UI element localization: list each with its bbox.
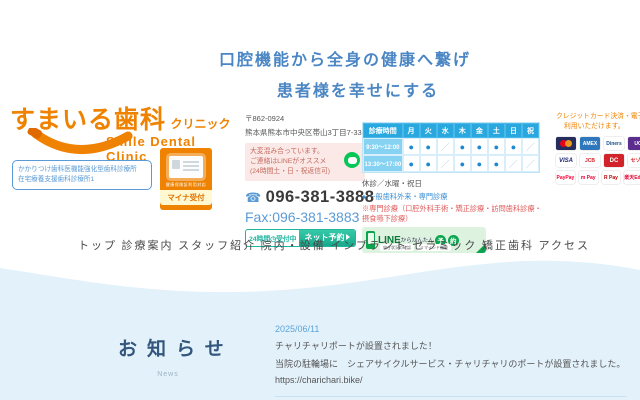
cert-line2: 在宅療養支援歯科診療所1 <box>18 175 95 183</box>
notice-line1: 大変混み合っています。 <box>250 148 324 155</box>
fax-number: Fax:096-381-3883 <box>245 208 360 225</box>
payment-icons-grid: AMEX Diners UC VISA JCB DC セゾン PayPay m … <box>556 137 640 185</box>
payment-icon-diners: Diners <box>604 137 624 151</box>
cert-line1: かかりつけ歯科医機能強化型歯科診療所 <box>18 166 137 173</box>
specialty-care-note: ※専門診療（口腔外科手術・矯正診療・訪問歯科診療・摂食嚥下診療） <box>362 204 542 224</box>
notice-line3: (24時間土・日・祝返信可) <box>250 167 331 175</box>
phone-number: 096-381-3888 <box>265 187 375 206</box>
news-item-title[interactable]: チャリチャリポートが設置されました！ <box>275 339 627 352</box>
myna-badge-label: マイナ受付 <box>160 190 212 205</box>
tagline: 口腔機能から全身の健康へ繋げ 患者様を幸せにする <box>195 46 495 101</box>
certification-box: かかりつけ歯科医機能強化型歯科診療所 在宅療養支援歯科診療所1 <box>12 160 152 190</box>
payment-row-1: AMEX Diners UC <box>556 137 640 151</box>
payment-icon-dc: DC <box>604 154 624 168</box>
payment-icon-rakuten-pay: R Pay <box>601 171 621 185</box>
payment-icon-merpay: m Pay <box>578 171 598 185</box>
payment-icon-jcb: JCB <box>580 154 600 168</box>
hours-row-afternoon: 13:30〜17:00 ● ● ／ ● ● ● ／ ／ <box>363 155 540 172</box>
hours-table-header: 診療時間 月 火 水 木 金 土 日 祝 <box>363 123 540 138</box>
tagline-line2: 患者様を幸せにする <box>276 81 440 100</box>
news-section: お知らせ News 2025/06/11 チャリチャリポートが設置されました！ … <box>0 256 640 400</box>
logo-text-sub: クリニック <box>170 117 231 131</box>
tagline-line1: 口腔機能から全身の健康へ繋げ <box>218 50 471 69</box>
payments-block: クレジットカード決済・電子マ 利用いただけます。 AMEX Diners UC … <box>556 112 640 185</box>
myna-badge: 健康保険証利用対応 マイナ受付 <box>160 148 212 210</box>
payment-row-2: VISA JCB DC セゾン <box>556 154 640 168</box>
hours-row-morning: 9:30〜12:00 ● ● ／ ● ● ● ● ／ <box>363 138 540 155</box>
clinic-logo[interactable]: すまいる歯科 クリニック Smile Dental Clinic かかりつけ歯科… <box>10 100 235 210</box>
news-date: 2025/06/11 <box>275 324 320 334</box>
payment-row-3: PayPay m Pay R Pay 楽天Edy au <box>556 171 640 185</box>
news-item-link[interactable]: https://charichari.bike/ <box>275 375 363 385</box>
schedule-block: 診療時間 月 火 水 木 金 土 日 祝 9:30〜12:00 ● ● ／ ● … <box>362 122 542 254</box>
phone-number-row[interactable]: ☎ 096-381-3888 <box>245 188 374 207</box>
myna-card-icon <box>169 156 203 178</box>
general-care-note: ● 一般歯科外来・専門診療 <box>362 192 448 201</box>
payment-icon-rakuten-edy: 楽天Edy <box>624 171 640 185</box>
news-heading-en: News <box>157 371 179 378</box>
payment-icon-mastercard <box>556 137 576 151</box>
payments-heading: クレジットカード決済・電子マ 利用いただけます。 <box>556 113 640 131</box>
contact-block: 〒862-0924 熊本県熊本市中央区帯山3丁目7-33 大変混み合っています。… <box>245 113 374 247</box>
news-list: 2025/06/11 チャリチャリポートが設置されました！ 当院の駐輪場に シェ… <box>275 324 627 400</box>
news-divider <box>275 396 627 397</box>
postal-code: 〒862-0924 <box>245 114 285 123</box>
line-notice-box: 大変混み合っています。 ご連絡はLINEがオススメ (24時間土・日・祝返信可) <box>245 143 365 181</box>
page: 口腔機能から全身の健康へ繋げ 患者様を幸せにする すまいる歯科 クリニック Sm… <box>0 0 640 400</box>
closed-days-note: 休診／水曜・祝日 <box>362 179 422 188</box>
payment-icon-paypay: PayPay <box>556 171 575 185</box>
payment-icon-visa: VISA <box>556 154 576 168</box>
clinic-address: 熊本県熊本市中央区帯山3丁目7-33 <box>245 128 362 137</box>
news-item-body: 当院の駐輪場に シェアサイクルサービス・チャリチャリのポートが設置されました。 <box>275 359 626 369</box>
payment-icon-saison: セゾン <box>628 154 640 168</box>
hours-table: 診療時間 月 火 水 木 金 土 日 祝 9:30〜12:00 ● ● ／ ● … <box>362 122 540 173</box>
news-item: 2025/06/11 チャリチャリポートが設置されました！ 当院の駐輪場に シェ… <box>275 324 627 397</box>
news-heading: お知らせ <box>118 339 234 360</box>
payment-icon-amex: AMEX <box>580 137 600 151</box>
news-heading-block: お知らせ News <box>108 334 228 378</box>
phone-icon: ☎ <box>245 189 262 205</box>
line-app-icon <box>344 152 360 168</box>
wave-divider <box>0 256 640 293</box>
payment-icon-uc: UC <box>628 137 640 151</box>
myna-small-text: 健康保険証利用対応 <box>165 182 207 187</box>
